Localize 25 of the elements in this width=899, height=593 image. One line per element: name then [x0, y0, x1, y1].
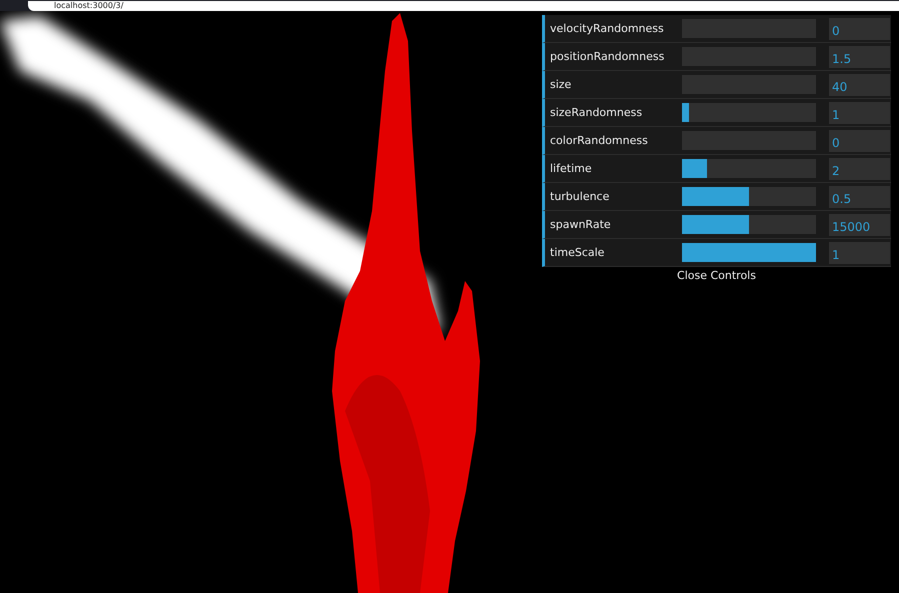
slider[interactable]: [682, 103, 816, 122]
slider[interactable]: [682, 187, 816, 206]
control-label: lifetime: [549, 162, 593, 175]
value-field[interactable]: 1: [829, 242, 890, 264]
slider[interactable]: [682, 159, 816, 178]
value-field[interactable]: 1: [829, 102, 890, 124]
value-field[interactable]: 15000: [829, 214, 890, 236]
control-label: sizeRandomness: [549, 106, 644, 119]
control-label: spawnRate: [549, 218, 612, 231]
value-field[interactable]: 2: [829, 158, 890, 180]
value-field[interactable]: 0: [829, 18, 890, 40]
control-label: turbulence: [549, 190, 610, 203]
control-label: timeScale: [549, 246, 606, 259]
value-field[interactable]: 1.5: [829, 46, 890, 68]
control-label: velocityRandomness: [549, 22, 665, 35]
control-label: size: [549, 78, 572, 91]
control-label: colorRandomness: [549, 134, 649, 147]
slider[interactable]: [682, 243, 816, 262]
slider[interactable]: [682, 215, 816, 234]
control-label: positionRandomness: [549, 50, 666, 63]
value-field[interactable]: 40: [829, 74, 890, 96]
address-bar[interactable]: localhost:3000/3/: [28, 1, 899, 11]
close-controls-button[interactable]: Close Controls: [677, 269, 756, 282]
value-field[interactable]: 0: [829, 130, 890, 152]
value-field[interactable]: 0.5: [829, 186, 890, 208]
